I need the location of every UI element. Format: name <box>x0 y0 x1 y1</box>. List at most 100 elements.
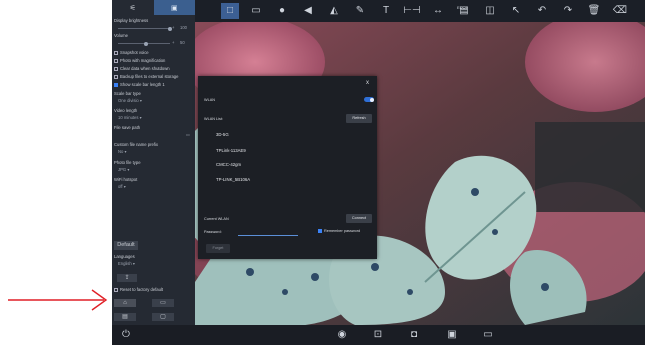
brightness-value: 100 <box>180 25 187 30</box>
storage-icon: ▤ <box>122 314 128 320</box>
refresh-button[interactable]: Refresh <box>346 114 372 123</box>
checkbox[interactable] <box>114 50 118 55</box>
wifi-settings-button[interactable]: ⌂ <box>114 299 136 307</box>
info-button[interactable]: ▢ <box>152 313 174 321</box>
annotation-arrow <box>8 289 108 311</box>
snapshot-icon[interactable]: ⊡ <box>370 328 386 342</box>
chevron-down-icon: ▾ <box>139 115 142 120</box>
scale-bar-type-select[interactable]: One divisio ▾ <box>118 98 142 104</box>
video-length-label: Video length <box>114 108 138 113</box>
connect-button[interactable]: Connect <box>346 214 372 223</box>
brightness-plus-icon[interactable]: + <box>172 25 174 31</box>
power-icon[interactable]: ⏻ <box>118 328 134 342</box>
window-icon[interactable]: ▭ <box>247 3 265 19</box>
eraser-icon[interactable]: ⌫ <box>611 3 629 19</box>
text-icon[interactable]: T <box>377 3 395 19</box>
arrow-measure-icon[interactable]: ↔ <box>429 3 447 19</box>
upgrade-icon: ⇪ <box>124 275 130 281</box>
chevron-down-icon: ▾ <box>123 184 126 189</box>
checkbox[interactable] <box>114 58 118 63</box>
video-length-select[interactable]: 10 minutes ▾ <box>118 115 142 121</box>
flip-icon[interactable]: ◭ <box>325 3 343 19</box>
clear-data-label: Clear data when shutdown <box>120 66 170 71</box>
redo-icon[interactable]: ↷ <box>559 3 577 19</box>
password-input[interactable] <box>238 228 298 236</box>
show-scale-bar-label: Show scale bar length <box>120 82 162 87</box>
scale-bar-count[interactable]: 1 <box>162 82 164 87</box>
close-icon[interactable]: x <box>366 80 369 86</box>
scale-bar-type-value: One divisio <box>118 98 139 103</box>
undo-icon[interactable]: ↶ <box>533 3 551 19</box>
trash-icon[interactable]: 🗑 <box>585 3 603 19</box>
wifi-hotspot-value: off <box>118 184 123 189</box>
storage-button[interactable]: ▤ <box>114 313 136 321</box>
volume-plus-icon[interactable]: + <box>172 40 174 46</box>
checkbox[interactable] <box>114 74 118 79</box>
default-button[interactable]: Default <box>114 241 138 250</box>
cursor-icon[interactable]: ↖ <box>507 3 525 19</box>
photo-magnification-label: Photo with magnification <box>120 58 166 63</box>
forget-button[interactable]: Forget <box>206 244 230 253</box>
measure-icon[interactable]: ⊢⊣ <box>403 3 421 19</box>
backup-files-option[interactable]: Backup files to external storage <box>114 74 178 80</box>
wlan-dialog: x WLAN WLAN List: Refresh 3D-5G TPLink-1… <box>198 76 377 259</box>
top-toolbar: □ ▭ ● ◀ ◭ ✎ T ⊢⊣ ↔ EDOF ▤ ◫ ↖ ↶ ↷ 🗑 ⌫ <box>195 0 645 22</box>
password-label: Password: <box>204 230 222 234</box>
reset-factory-option[interactable]: Reset to factory default <box>114 287 163 293</box>
bottom-bar: ⏻ ◉ ⊡ ◘ ▣ ▭ <box>112 325 645 345</box>
custom-name-prefix-select[interactable]: No ▾ <box>118 149 127 155</box>
camera-settings-icon: ▣ <box>170 4 178 12</box>
volume-knob[interactable] <box>144 41 148 46</box>
remember-password-label: Remember password <box>324 229 361 233</box>
compare-icon[interactable]: ◫ <box>481 3 499 19</box>
remember-password-option[interactable]: Remember password <box>318 229 360 233</box>
upgrade-button[interactable]: ⇪ <box>117 274 137 282</box>
color-wheel-icon[interactable]: ● <box>273 3 291 19</box>
select-icon[interactable]: □ <box>221 3 239 19</box>
network-item[interactable]: 3D-5G <box>216 132 229 137</box>
backup-files-label: Backup files to external storage <box>120 74 179 79</box>
wifi-icon: ⌂ <box>123 300 127 306</box>
display-brightness-label: Display brightness <box>114 18 149 23</box>
sliders-icon: ⚟ <box>129 4 136 12</box>
checkbox[interactable] <box>114 66 118 71</box>
photo-magnification-option[interactable]: Photo with magnification <box>114 58 165 64</box>
custom-name-prefix-label: Custom file name prefix <box>114 142 158 147</box>
languages-select[interactable]: English ▾ <box>118 261 135 267</box>
volume-label: Volume <box>114 33 128 38</box>
folder-icon[interactable]: ▭ <box>480 328 496 342</box>
file-save-path-label: File save path <box>114 125 141 130</box>
wifi-hotspot-select[interactable]: off ▾ <box>118 184 126 190</box>
network-item[interactable]: CMCC-42gm <box>216 162 241 167</box>
record-icon[interactable]: ▣ <box>444 328 460 342</box>
current-wlan-label: Current WLAN <box>204 217 229 221</box>
folder-icon[interactable]: ▭ <box>186 132 190 138</box>
tab-settings[interactable]: ⚟ <box>112 0 154 15</box>
camera-icon[interactable]: ◉ <box>334 328 350 342</box>
reset-factory-label: Reset to factory default <box>120 287 164 292</box>
photo-file-type-select[interactable]: JPG ▾ <box>118 167 129 173</box>
edof-label: EDOF <box>457 5 469 10</box>
snapshot-voice-option[interactable]: Snapshot voice <box>114 50 149 56</box>
checkbox[interactable] <box>114 287 118 292</box>
edof-icon[interactable]: EDOF ▤ <box>455 3 473 19</box>
wlan-toggle[interactable] <box>364 97 374 102</box>
brightness-slider[interactable] <box>118 26 172 31</box>
network-item[interactable]: TP-LINK_5B106A <box>216 177 250 182</box>
display-button[interactable]: ▭ <box>152 299 174 307</box>
app-window: ⚟ ▣ Display brightness + 100 Volume + 50… <box>112 0 645 345</box>
photo-file-type-label: Photo file type <box>114 160 141 165</box>
chevron-down-icon: ▾ <box>139 98 142 103</box>
checkbox-checked[interactable] <box>318 229 322 233</box>
clear-data-option[interactable]: Clear data when shutdown <box>114 66 170 72</box>
triangle-icon[interactable]: ◀ <box>299 3 317 19</box>
tab-camera-settings[interactable]: ▣ <box>153 0 195 15</box>
volume-slider[interactable] <box>118 41 170 46</box>
video-icon[interactable]: ◘ <box>406 328 422 342</box>
show-scale-bar-option[interactable]: Show scale bar length 1 <box>114 82 165 88</box>
checkbox-checked[interactable] <box>114 82 118 87</box>
pen-icon[interactable]: ✎ <box>351 3 369 19</box>
network-item[interactable]: TPLink-113AE9 <box>216 148 246 153</box>
wifi-hotspot-label: WiFi hotspot <box>114 177 138 182</box>
snapshot-voice-label: Snapshot voice <box>120 50 149 55</box>
